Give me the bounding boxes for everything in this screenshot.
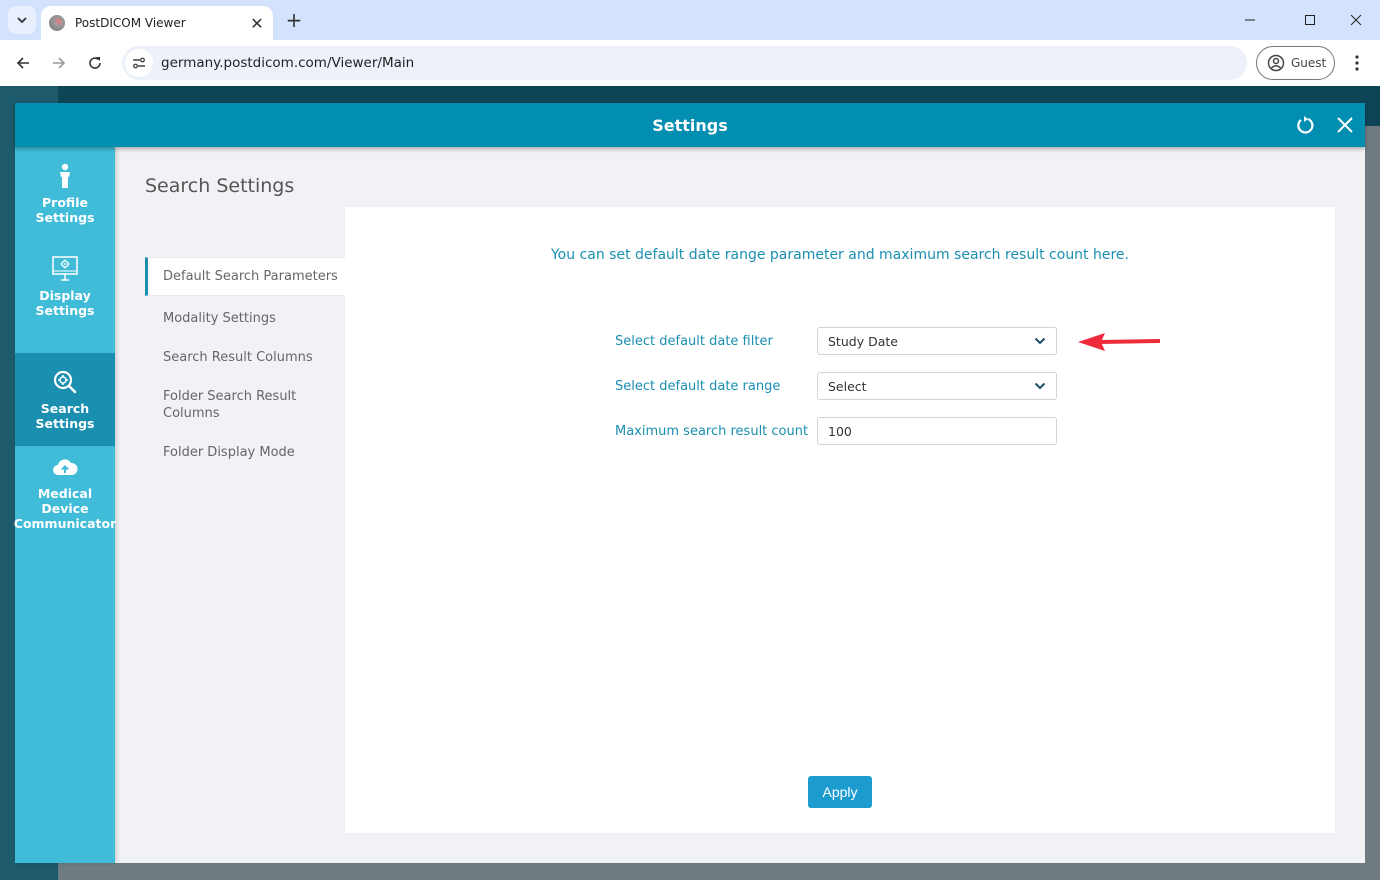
arrow-right-icon xyxy=(53,57,66,69)
apply-button[interactable]: Apply xyxy=(808,776,872,808)
modal-title: Settings xyxy=(652,115,728,135)
max-count-label: Maximum search result count xyxy=(615,423,809,439)
side-nav-label: Search xyxy=(40,400,90,416)
date-range-select[interactable]: Select xyxy=(817,372,1057,400)
new-tab-button[interactable]: + xyxy=(282,8,306,32)
side-nav-label: Display xyxy=(39,287,91,303)
sub-nav-folder-display-mode[interactable]: Folder Display Mode xyxy=(145,434,345,471)
minimize-button[interactable] xyxy=(1230,6,1270,34)
panel-intro-text: You can set default date range parameter… xyxy=(550,247,1129,263)
side-nav-label: Settings xyxy=(35,302,95,318)
chevron-down-icon xyxy=(17,17,27,24)
monitor-gear-icon xyxy=(51,255,79,282)
site-info-icon[interactable] xyxy=(125,49,153,77)
sub-nav-folder-search-result-columns[interactable]: Folder Search Result Columns xyxy=(145,378,305,432)
tab-search-button[interactable] xyxy=(8,6,36,34)
settings-panel: You can set default date range parameter… xyxy=(345,207,1335,833)
side-nav-display-settings[interactable]: Display Settings xyxy=(15,240,115,333)
window-close-button[interactable] xyxy=(1336,6,1376,34)
search-gear-icon xyxy=(52,369,78,395)
close-icon xyxy=(1337,117,1353,133)
date-filter-label: Select default date filter xyxy=(615,333,773,349)
modal-close-button[interactable] xyxy=(1333,113,1357,137)
reload-button[interactable] xyxy=(81,49,109,77)
max-count-input[interactable]: 100 xyxy=(817,417,1057,445)
forward-button[interactable] xyxy=(45,49,73,77)
settings-modal-header: Settings xyxy=(15,103,1365,147)
side-nav-profile-settings[interactable]: Profile Settings xyxy=(15,147,115,240)
maximize-button[interactable] xyxy=(1290,6,1330,34)
more-vertical-icon xyxy=(1355,55,1359,71)
sub-nav-modality-settings[interactable]: Modality Settings xyxy=(145,300,345,337)
address-bar[interactable]: germany.postdicom.com/Viewer/Main xyxy=(122,46,1247,80)
date-filter-row: Select default date filter Study Date xyxy=(615,327,1057,355)
arrow-left-icon xyxy=(16,57,29,69)
browser-tab[interactable]: PostDICOM Viewer ✕ xyxy=(41,6,273,40)
tab-close-icon[interactable]: ✕ xyxy=(245,11,269,35)
close-icon xyxy=(1350,14,1362,26)
side-nav-medical-device-communicator[interactable]: Medical Device Communicator xyxy=(13,446,117,539)
url-text: germany.postdicom.com/Viewer/Main xyxy=(161,55,415,71)
favicon-icon xyxy=(49,15,65,31)
person-icon xyxy=(58,163,72,189)
side-nav-label: Communicator xyxy=(13,516,117,531)
profile-button[interactable]: Guest xyxy=(1256,46,1335,80)
side-nav-label: Medical Device xyxy=(37,486,93,516)
cloud-upload-icon xyxy=(52,454,78,480)
date-filter-select[interactable]: Study Date xyxy=(817,327,1057,355)
browser-tab-bar: PostDICOM Viewer ✕ + xyxy=(0,0,1380,40)
settings-sub-nav: Default Search Parameters Modality Setti… xyxy=(145,257,345,471)
settings-modal-body: Profile Settings Display Settings Search… xyxy=(13,147,1365,863)
red-arrow-annotation xyxy=(1078,333,1161,351)
sub-nav-default-search-parameters[interactable]: Default Search Parameters xyxy=(145,257,345,296)
back-button[interactable] xyxy=(9,49,37,77)
browser-menu-button[interactable] xyxy=(1344,49,1370,77)
profile-label: Guest xyxy=(1291,56,1327,70)
side-nav-label: Profile xyxy=(42,194,88,210)
settings-side-nav: Profile Settings Display Settings Search… xyxy=(13,147,117,863)
browser-toolbar: germany.postdicom.com/Viewer/Main Guest xyxy=(0,40,1380,86)
date-range-row: Select default date range Select xyxy=(615,372,1057,400)
maximize-icon xyxy=(1305,15,1315,25)
side-nav-search-settings[interactable]: Search Settings xyxy=(15,353,115,446)
side-nav-label: Settings xyxy=(35,415,95,431)
account-icon xyxy=(1267,54,1285,72)
tab-title: PostDICOM Viewer xyxy=(75,16,186,30)
section-title: Search Settings xyxy=(145,175,295,197)
chevron-down-icon xyxy=(1034,382,1046,390)
chevron-down-icon xyxy=(1034,337,1046,345)
sub-nav-search-result-columns[interactable]: Search Result Columns xyxy=(145,339,345,376)
date-range-value: Select xyxy=(828,378,867,394)
reset-icon xyxy=(1297,116,1314,134)
side-nav-label: Settings xyxy=(35,209,95,225)
minimize-icon xyxy=(1245,19,1255,21)
max-count-value: 100 xyxy=(828,423,852,439)
reset-button[interactable] xyxy=(1293,113,1317,137)
max-count-row: Maximum search result count 100 xyxy=(615,417,1057,445)
date-filter-value: Study Date xyxy=(828,333,898,349)
reload-icon xyxy=(89,57,101,69)
date-range-label: Select default date range xyxy=(615,378,781,394)
